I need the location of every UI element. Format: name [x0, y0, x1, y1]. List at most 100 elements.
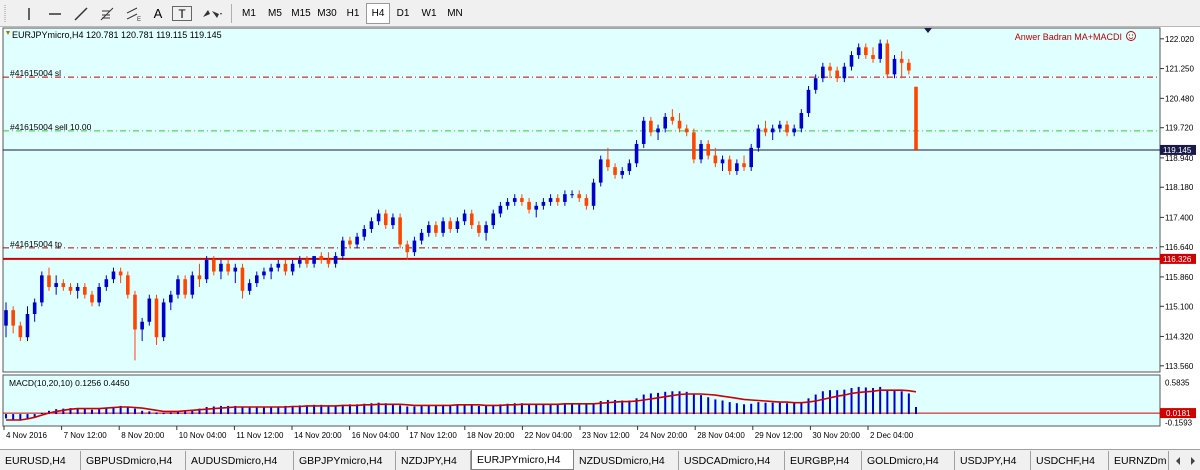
tab-label: GBPJPYmicro,H4 [299, 454, 383, 467]
tab-eurnzd[interactable]: EURNZDm [1109, 451, 1169, 470]
x-axis-label: 14 Nov 20:00 [294, 431, 342, 440]
arrows-icon[interactable] [198, 3, 226, 24]
tab-eurjpymicro[interactable]: EURJPYmicro,H4 [471, 450, 574, 470]
tab-nzdjpy[interactable]: NZDJPY,H4 [396, 451, 471, 470]
candle-body [792, 128, 796, 133]
x-axis-label: 11 Nov 12:00 [236, 431, 284, 440]
tab-usdchf[interactable]: USDCHF,H4 [1031, 451, 1109, 470]
trendline-icon[interactable] [70, 3, 92, 24]
timeframe-d1[interactable]: D1 [390, 3, 416, 24]
tab-gbpjpymicro[interactable]: GBPJPYmicro,H4 [294, 451, 396, 470]
candle-body [240, 267, 245, 291]
macd-histogram-bar [90, 409, 93, 415]
macd-histogram-bar [399, 405, 402, 415]
candle-body [727, 159, 732, 172]
timeframe-w1[interactable]: W1 [416, 3, 442, 24]
timeframe-m1[interactable]: M1 [236, 3, 262, 24]
macd-histogram-bar [83, 408, 86, 415]
tab-audusdmicro[interactable]: AUDUSDmicro,H4 [186, 451, 294, 470]
order-sell-label: #41615004 sell 10.00 [10, 122, 92, 132]
tab-label: EURUSD,H4 [5, 454, 66, 467]
tab-label: AUDUSDmicro,H4 [191, 454, 278, 467]
vertical-line-icon[interactable] [18, 3, 40, 24]
tab-goldmicro[interactable]: GOLDmicro,H4 [862, 451, 955, 470]
text-icon[interactable]: A [148, 3, 168, 24]
timeframe-h1[interactable]: H1 [340, 3, 366, 24]
candle-body [183, 279, 187, 295]
tab-nzdusdmicro[interactable]: NZDUSDmicro,H4 [574, 451, 679, 470]
macd-histogram-bar [857, 386, 860, 415]
x-axis-label: 4 Nov 2016 [6, 431, 47, 440]
y-axis-label: 116.640 [1165, 243, 1194, 252]
macd-histogram-bar [829, 390, 832, 415]
candle-body [749, 147, 753, 168]
macd-histogram-bar [155, 412, 158, 415]
macd-histogram-bar [434, 405, 437, 415]
tab-eurusd[interactable]: EURUSD,H4 [0, 451, 81, 470]
price-panel[interactable] [2, 27, 1161, 373]
candle-body [362, 228, 367, 237]
tab-eurgbp[interactable]: EURGBP,H4 [785, 451, 862, 470]
candle-body [161, 302, 166, 338]
timeframe-m30[interactable]: M30 [314, 3, 340, 24]
tab-label: USDCHF,H4 [1036, 454, 1095, 467]
channel-icon[interactable]: E [122, 3, 146, 24]
candle-body [226, 263, 230, 272]
timeframe-mn[interactable]: MN [442, 3, 468, 24]
macd-histogram-bar [778, 402, 781, 415]
macd-histogram-bar [578, 403, 581, 415]
macd-histogram-bar [456, 404, 459, 415]
tabs-scroll-right-icon[interactable] [1185, 451, 1200, 470]
candle-body [706, 143, 711, 156]
macd-histogram-bar [248, 407, 251, 415]
macd-histogram-bar [800, 402, 803, 415]
macd-histogram-bar [556, 403, 559, 415]
fibonacci-icon[interactable] [96, 3, 118, 24]
candle-body [907, 62, 911, 71]
tabs-scroll-left-icon[interactable] [1170, 451, 1185, 470]
macd-histogram-bar [814, 394, 817, 415]
macd-histogram-bar [449, 404, 452, 415]
candle-body [204, 259, 209, 280]
macd-histogram-bar [442, 404, 445, 415]
macd-histogram-bar [169, 412, 172, 415]
candle-body [813, 78, 818, 90]
tab-usdjpy[interactable]: USDJPY,H4 [955, 451, 1031, 470]
y-axis-label: 121.250 [1165, 65, 1194, 74]
candle-body [849, 55, 854, 67]
candle-body [376, 213, 381, 222]
macd-histogram-bar [700, 395, 703, 415]
horizontal-line-icon[interactable] [44, 3, 66, 24]
macd-panel[interactable] [2, 374, 1161, 427]
chart-window[interactable]: 122.020 121.250 120.480 119.720 118.940 118.1… [2, 27, 1198, 449]
timeframe-m15[interactable]: M15 [288, 3, 314, 24]
macd-histogram-bar [621, 400, 624, 415]
timeframe-h4[interactable]: H4 [366, 3, 390, 24]
candle-body [469, 213, 474, 226]
macd-histogram-bar [592, 403, 595, 415]
macd-histogram-bar [98, 409, 101, 415]
candle-body [297, 259, 302, 264]
support-price-tag-text: 116.326 [1163, 255, 1192, 264]
candle-body [97, 286, 101, 303]
tab-label: GOLDmicro,H4 [867, 454, 939, 467]
candle-body [620, 171, 625, 175]
tab-usdcadmicro[interactable]: USDCADmicro,H4 [679, 451, 785, 470]
timeframe-m5[interactable]: M5 [262, 3, 288, 24]
candle-body [412, 240, 417, 253]
candle-body [147, 298, 152, 322]
candle-body [133, 294, 137, 330]
candle-body [247, 283, 252, 291]
candle-body [878, 43, 882, 59]
candle-body [111, 271, 116, 280]
tab-gbpusdmicro[interactable]: GBPUSDmicro,H4 [81, 451, 186, 470]
x-axis-label: 16 Nov 04:00 [352, 431, 400, 440]
candle-body [197, 275, 202, 280]
macd-histogram-bar [105, 408, 108, 415]
x-axis-label: 18 Nov 20:00 [467, 431, 515, 440]
macd-histogram-bar [133, 408, 136, 415]
macd-histogram-bar [413, 406, 416, 415]
text-label-icon[interactable]: T [172, 6, 192, 21]
macd-histogram-bar [821, 391, 824, 415]
candle-body [563, 194, 567, 202]
